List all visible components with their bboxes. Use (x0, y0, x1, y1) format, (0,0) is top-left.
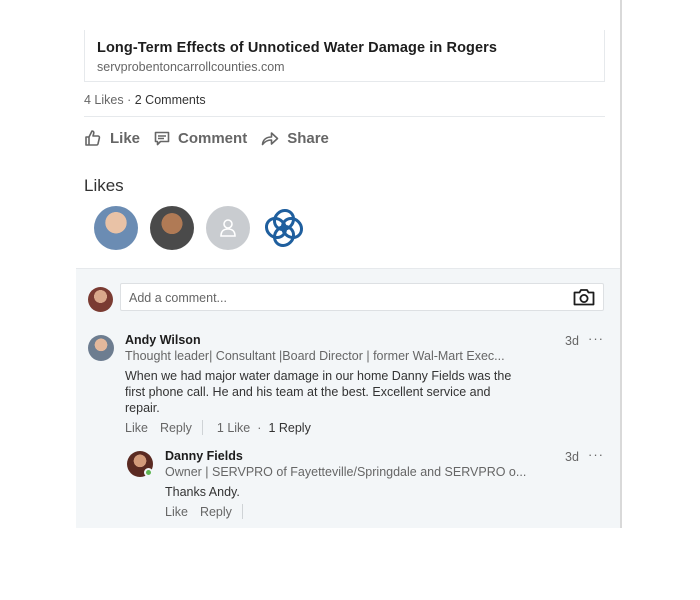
share-button[interactable]: Share (261, 130, 329, 147)
share-arrow-icon (261, 132, 279, 146)
reply-text: Thanks Andy. (165, 485, 240, 499)
reply-actions: Like Reply (165, 504, 257, 519)
share-label: Share (287, 129, 329, 147)
likes-heading: Likes (84, 176, 124, 195)
reply-reply-button[interactable]: Reply (200, 505, 232, 519)
reply-menu-icon[interactable]: ··· (588, 447, 604, 462)
divider (84, 116, 605, 117)
reply-like-button[interactable]: Like (165, 505, 188, 519)
count-separator: · (127, 93, 132, 107)
link-preview[interactable]: Long-Term Effects of Unnoticed Water Dam… (84, 30, 605, 82)
comment-icon (154, 131, 170, 146)
reply-item: Danny Fields Owner | SERVPRO of Fayettev… (76, 269, 620, 529)
link-title[interactable]: Long-Term Effects of Unnoticed Water Dam… (97, 40, 592, 56)
comment-button[interactable]: Comment (154, 130, 247, 147)
company-logo-icon (264, 208, 304, 248)
like-button[interactable]: Like (84, 129, 140, 147)
comment-label: Comment (178, 129, 248, 147)
reply-timestamp: 3d (565, 450, 579, 464)
liker-avatar[interactable] (94, 206, 138, 250)
liker-company-logo[interactable] (262, 206, 306, 250)
action-bar: Like Comment Share (84, 126, 343, 150)
likes-count[interactable]: 4 Likes (84, 93, 124, 107)
link-domain: servprobentoncarrollcounties.com (97, 60, 285, 74)
post-card: Long-Term Effects of Unnoticed Water Dam… (76, 0, 622, 528)
like-label: Like (110, 129, 141, 147)
liker-avatar[interactable] (150, 206, 194, 250)
action-separator (241, 504, 243, 519)
likers-list (94, 206, 318, 250)
person-placeholder-icon (220, 219, 236, 237)
thumbs-up-icon (85, 130, 101, 146)
reply-author-headline: Owner | SERVPRO of Fayetteville/Springda… (165, 465, 527, 479)
comments-section: Add a comment... Andy Wilson Thought lea… (76, 268, 620, 528)
social-counts: 4 Likes · 2 Comments (84, 93, 206, 107)
reply-author-name[interactable]: Danny Fields (165, 449, 243, 463)
online-status-indicator (144, 468, 153, 477)
comments-count[interactable]: 2 Comments (135, 93, 206, 107)
liker-avatar-placeholder[interactable] (206, 206, 250, 250)
